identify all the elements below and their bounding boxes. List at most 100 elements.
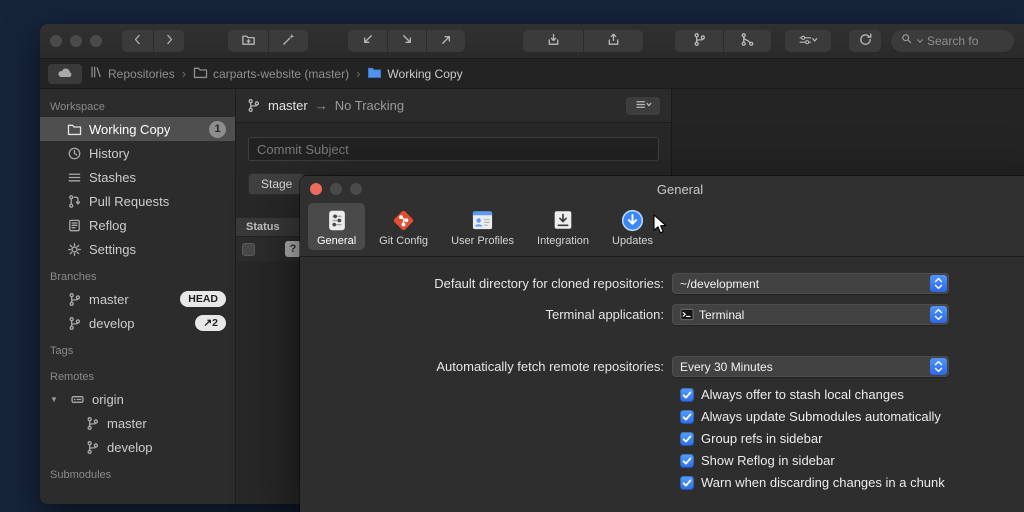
sync-button-group [348, 30, 465, 52]
file-checkbox[interactable] [242, 243, 255, 256]
checkbox-checked-icon[interactable] [680, 432, 694, 446]
desktop: Repositories › carparts-website (master)… [0, 0, 1024, 512]
wand-icon [281, 32, 296, 50]
cloud-button[interactable] [48, 64, 82, 84]
sidebar-badge: ↗2 [195, 315, 226, 331]
mouse-cursor-icon [653, 214, 669, 240]
stage-button[interactable]: Stage [248, 173, 305, 195]
nav-button-group [122, 30, 184, 52]
checkbox-warn-discard[interactable]: Warn when discarding changes in a chunk [680, 475, 1024, 490]
checkbox-checked-icon[interactable] [680, 388, 694, 402]
dropdown-value: Every 30 Minutes [680, 360, 773, 374]
breadcrumb-repositories[interactable]: Repositories [89, 65, 175, 82]
actions-button[interactable] [268, 30, 308, 52]
breadcrumb-working-copy[interactable]: Working Copy [367, 66, 462, 82]
close-window-button[interactable] [50, 35, 62, 47]
checkbox-checked-icon[interactable] [680, 476, 694, 490]
sidebar-section-workspace: Workspace [40, 91, 235, 117]
search-input[interactable] [927, 34, 1005, 48]
sidebar-remote-origin[interactable]: origin [40, 387, 235, 411]
sidebar-item-settings[interactable]: Settings [40, 237, 235, 261]
folder-icon [193, 66, 208, 82]
branch-icon [84, 439, 100, 455]
sidebar-branch-master[interactable]: master HEAD [40, 287, 235, 311]
disclosure-triangle-icon[interactable] [50, 395, 62, 404]
pull-button[interactable] [348, 30, 387, 52]
breadcrumb-separator: › [356, 66, 360, 81]
fetch-button[interactable] [387, 30, 426, 52]
branch-icon [66, 291, 82, 307]
window-toolbar [40, 24, 1024, 59]
merge-button[interactable] [723, 30, 771, 52]
breadcrumb-repository[interactable]: carparts-website (master) [193, 66, 349, 82]
dropdown-select[interactable]: Terminal [672, 304, 949, 325]
sidebar-section-submodules: Submodules [40, 459, 235, 485]
minimize-window-button[interactable] [70, 35, 82, 47]
branch-button-group [675, 30, 771, 52]
dropdown-stepper-icon[interactable] [930, 358, 947, 375]
dropdown-stepper-icon[interactable] [930, 275, 947, 292]
checkbox-update-submodules[interactable]: Always update Submodules automatically [680, 409, 1024, 424]
sliders-icon [797, 33, 819, 50]
search-scope-caret-icon [916, 32, 924, 50]
tracking-status-label: No Tracking [335, 98, 404, 113]
discard-button[interactable] [583, 30, 643, 52]
branch-icon [246, 98, 261, 113]
branch-icon [66, 315, 82, 331]
search-field[interactable] [891, 30, 1014, 52]
zoom-window-button[interactable] [90, 35, 102, 47]
sidebar-remote-branch-master[interactable]: master [40, 411, 235, 435]
checkbox-show-reflog[interactable]: Show Reflog in sidebar [680, 453, 1024, 468]
tab-general[interactable]: General [308, 203, 365, 250]
dropdown-stepper-icon[interactable] [930, 306, 947, 323]
branch-icon [84, 415, 100, 431]
terminal-icon [680, 308, 694, 321]
folder-icon [66, 121, 82, 137]
terminal-application-dropdown: Terminal application: Terminal [300, 304, 1024, 325]
push-button[interactable] [426, 30, 465, 52]
add-repository-button[interactable] [228, 30, 268, 52]
sidebar-badge: HEAD [180, 291, 226, 307]
refresh-group [849, 30, 881, 52]
cloud-icon [57, 66, 73, 81]
stash-button[interactable] [523, 30, 583, 52]
sidebar-item-pull-requests[interactable]: Pull Requests [40, 189, 235, 213]
box-down-icon [546, 32, 561, 50]
sidebar-item-stashes[interactable]: Stashes [40, 165, 235, 189]
merge-tool-icon [740, 32, 755, 50]
breadcrumb-separator: › [182, 66, 186, 81]
sidebar-section-remotes: Remotes [40, 361, 235, 387]
commit-subject-input[interactable] [248, 137, 659, 161]
stash-button-group [523, 30, 643, 52]
arrow-sw-icon [360, 32, 375, 50]
box-up-icon [606, 32, 621, 50]
sidebar-item-working-copy[interactable]: Working Copy 1 [40, 117, 235, 141]
integration-icon [551, 207, 575, 233]
dropdown-select[interactable]: Every 30 Minutes [672, 356, 949, 377]
dialog-titlebar[interactable]: General [300, 176, 1024, 202]
tab-git-config[interactable]: Git Config [370, 203, 437, 250]
stash-icon [66, 169, 82, 185]
commit-options-button[interactable] [625, 96, 661, 116]
preferences-body: Default directory for cloned repositorie… [300, 257, 1024, 490]
dropdown-select[interactable]: ~/development [672, 273, 949, 294]
checkbox-checked-icon[interactable] [680, 410, 694, 424]
checkbox-checked-icon[interactable] [680, 454, 694, 468]
sidebar-item-reflog[interactable]: Reflog [40, 213, 235, 237]
checkbox-group-refs[interactable]: Group refs in sidebar [680, 431, 1024, 446]
current-branch-label: master [268, 98, 308, 113]
branch-button[interactable] [675, 30, 723, 52]
sidebar-branch-develop[interactable]: develop ↗2 [40, 311, 235, 335]
view-options-button[interactable] [785, 30, 831, 52]
sidebar-item-history[interactable]: History [40, 141, 235, 165]
checkbox-stash-local-changes[interactable]: Always offer to stash local changes [680, 387, 1024, 402]
sidebar-remote-branch-develop[interactable]: develop [40, 435, 235, 459]
forward-button[interactable] [153, 30, 184, 52]
tab-integration[interactable]: Integration [528, 203, 598, 250]
folder-blue-icon [367, 66, 382, 82]
tracking-arrow: → [315, 98, 328, 113]
default-directory-dropdown: Default directory for cloned repositorie… [300, 273, 1024, 294]
back-button[interactable] [122, 30, 153, 52]
refresh-button[interactable] [849, 30, 881, 52]
tab-user-profiles[interactable]: User Profiles [442, 203, 523, 250]
